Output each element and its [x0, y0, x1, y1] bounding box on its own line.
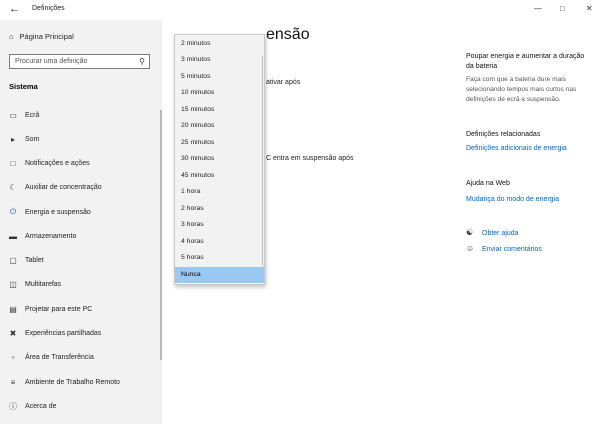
- sidebar-item-label: Som: [25, 135, 40, 143]
- dropdown-option[interactable]: 25 minutos: [175, 135, 264, 151]
- web-help-title: Ajuda na Web: [466, 180, 510, 187]
- multitask-icon: ◫: [9, 279, 17, 289]
- related-settings-title: Definições relacionadas: [466, 131, 541, 138]
- remote-desktop-icon: ≡: [10, 377, 16, 387]
- dropdown-option[interactable]: 5 minutos: [175, 69, 264, 85]
- moon-icon: ☾: [9, 182, 17, 192]
- sidebar-item-som[interactable]: ▸ Som: [0, 129, 162, 149]
- back-arrow-icon[interactable]: ←: [9, 3, 20, 15]
- time-dropdown-list[interactable]: 2 minutos 3 minutos 5 minutos 10 minutos…: [174, 34, 265, 285]
- sidebar-item-label: Área de Transferência: [25, 353, 94, 361]
- sidebar-item-label: Armazenamento: [25, 232, 77, 240]
- dropdown-option[interactable]: 45 minutos: [175, 168, 264, 184]
- sleep-label: C entra em suspensão após: [266, 155, 354, 162]
- search-placeholder: Procurar uma definição: [15, 58, 88, 65]
- dropdown-option[interactable]: 30 minutos: [175, 151, 264, 167]
- maximize-button[interactable]: □: [560, 4, 565, 13]
- dropdown-option[interactable]: 2 minutos: [175, 36, 264, 52]
- sidebar-item-label: Experiências partilhadas: [25, 329, 102, 337]
- search-icon[interactable]: ⚲: [139, 57, 145, 66]
- power-icon: ⏻: [9, 207, 17, 216]
- sidebar-item-label: Multitarefas: [25, 280, 62, 288]
- sidebar-item-projetar[interactable]: ▤ Projetar para este PC: [0, 299, 162, 319]
- sidebar-item-concentracao[interactable]: ☾ Auxiliar de concentração: [0, 177, 162, 197]
- home-link[interactable]: ⌂ Página Principal: [9, 32, 74, 41]
- dropdown-option[interactable]: 10 minutos: [175, 85, 264, 101]
- monitor-icon: ▭: [9, 110, 17, 120]
- sidebar-item-experiencias[interactable]: ✖ Experiências partilhadas: [0, 323, 162, 343]
- sidebar-item-armazenamento[interactable]: ▬ Armazenamento: [0, 226, 162, 246]
- dropdown-option[interactable]: 20 minutos: [175, 118, 264, 134]
- minimize-button[interactable]: —: [534, 4, 542, 13]
- sidebar-item-label: Acerca de: [25, 402, 57, 410]
- dropdown-option[interactable]: 15 minutos: [175, 102, 264, 118]
- sidebar-item-acerca[interactable]: ⓘ Acerca de: [0, 396, 162, 416]
- battery-tip-text: Faça com que a bateria dure mais selecio…: [466, 76, 577, 103]
- search-input[interactable]: Procurar uma definição ⚲: [9, 54, 150, 69]
- shared-icon: ✖: [9, 328, 17, 338]
- storage-icon: ▬: [9, 231, 17, 241]
- sidebar: ⌂ Página Principal Procurar uma definiçã…: [0, 20, 162, 424]
- sidebar-item-remoto[interactable]: ≡ Ambiente de Trabalho Remoto: [0, 372, 162, 392]
- sidebar-item-label: Projetar para este PC: [25, 305, 93, 313]
- title-bar: ← Definições — □ ✕: [0, 0, 600, 20]
- sidebar-item-transferencia[interactable]: ▫ Área de Transferência: [0, 347, 162, 367]
- dropdown-option[interactable]: 2 horas: [175, 201, 264, 217]
- tablet-icon: ▢: [9, 255, 17, 265]
- sidebar-item-notificacoes[interactable]: □ Notificações e ações: [0, 153, 162, 173]
- project-icon: ▤: [9, 304, 17, 314]
- section-title: Sistema: [9, 82, 38, 91]
- close-button[interactable]: ✕: [586, 4, 593, 13]
- sidebar-item-label: Ecrã: [25, 111, 40, 119]
- help-icon: ☯: [466, 228, 474, 237]
- sidebar-scrollbar[interactable]: [160, 110, 162, 360]
- get-help-link[interactable]: Obter ajuda: [482, 230, 519, 237]
- dropdown-option-selected[interactable]: Nunca: [175, 267, 264, 283]
- battery-tip-title: Poupar energia e aumentar a duração da b…: [466, 53, 585, 70]
- window-title: Definições: [32, 5, 65, 12]
- dropdown-scrollbar[interactable]: [262, 56, 263, 266]
- sidebar-item-label: Auxiliar de concentração: [25, 183, 102, 191]
- power-mode-help-link[interactable]: Mudança do modo de energia: [466, 196, 559, 203]
- dropdown-option[interactable]: 3 horas: [175, 217, 264, 233]
- dropdown-option[interactable]: 5 horas: [175, 250, 264, 266]
- additional-power-settings-link[interactable]: Definições adicionais de energia: [466, 145, 567, 152]
- screen-off-label: ativar após: [266, 79, 301, 86]
- sidebar-item-label: Energia e suspensão: [25, 208, 91, 216]
- sidebar-item-energia[interactable]: ⏻ Energia e suspensão: [0, 202, 162, 222]
- sidebar-item-label: Ambiente de Trabalho Remoto: [25, 378, 120, 386]
- info-icon: ⓘ: [9, 401, 17, 411]
- sidebar-item-label: Tablet: [25, 256, 44, 264]
- sidebar-item-label: Notificações e ações: [25, 159, 90, 167]
- speaker-icon: ▸: [10, 134, 15, 144]
- dropdown-option[interactable]: 3 minutos: [175, 52, 264, 68]
- send-feedback-link[interactable]: Enviar comentários: [482, 246, 542, 253]
- clipboard-icon: ▫: [11, 352, 15, 362]
- feedback-icon: ☺: [466, 244, 475, 253]
- sidebar-item-ecra[interactable]: ▭ Ecrã: [0, 105, 162, 125]
- dropdown-option[interactable]: 4 horas: [175, 234, 264, 250]
- dropdown-option[interactable]: 1 hora: [175, 184, 264, 200]
- notification-icon: □: [10, 158, 16, 168]
- home-label: Página Principal: [19, 32, 74, 41]
- sidebar-item-tablet[interactable]: ▢ Tablet: [0, 250, 162, 270]
- sidebar-item-multitarefas[interactable]: ◫ Multitarefas: [0, 274, 162, 294]
- home-icon: ⌂: [9, 32, 14, 41]
